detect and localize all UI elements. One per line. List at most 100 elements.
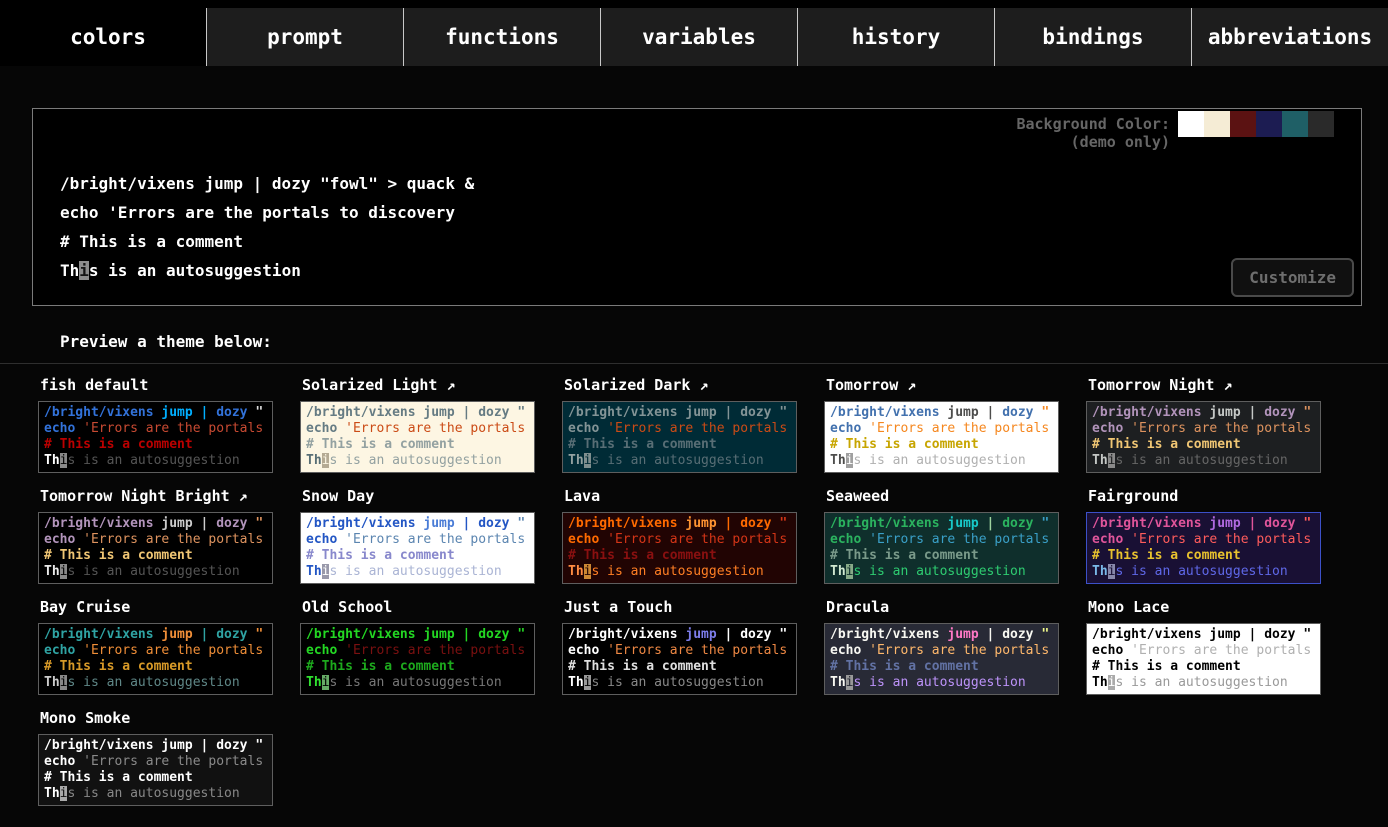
theme-title[interactable]: Dracula	[826, 598, 1086, 616]
tab-variables[interactable]: variables	[601, 8, 798, 66]
preview-line-command: /bright/vixens jump | dozy "	[44, 405, 267, 421]
theme-title[interactable]: Seaweed	[826, 487, 1086, 505]
theme-card: Lava/bright/vixens jump | dozy "echo 'Er…	[562, 485, 824, 584]
customize-button[interactable]: Customize	[1231, 258, 1354, 297]
code-segment: s is an autosuggestion	[67, 453, 239, 468]
tab-prompt[interactable]: prompt	[207, 8, 404, 66]
preview-line-command: /bright/vixens jump | dozy "	[44, 516, 267, 532]
theme-preview[interactable]: /bright/vixens jump | dozy "echo 'Errors…	[562, 401, 797, 473]
preview-line-comment: # This is a comment	[306, 548, 529, 564]
code-segment: Th	[568, 675, 584, 690]
theme-title[interactable]: Just a Touch	[564, 598, 824, 616]
background-swatch-charcoal[interactable]	[1308, 111, 1334, 137]
code-segment: "	[1303, 627, 1311, 642]
preview-line-comment: # This is a comment	[830, 437, 1053, 453]
theme-title[interactable]: Tomorrow Night ↗	[1088, 376, 1348, 394]
preview-line-command: /bright/vixens jump | dozy "	[568, 516, 791, 532]
theme-title[interactable]: Tomorrow ↗	[826, 376, 1086, 394]
theme-title[interactable]: Mono Smoke	[40, 709, 300, 727]
theme-preview[interactable]: /bright/vixens jump | dozy "echo 'Errors…	[38, 623, 273, 695]
code-segment: jump	[423, 516, 462, 531]
tab-functions[interactable]: functions	[404, 8, 601, 66]
theme-grid: fish default/bright/vixens jump | dozy "…	[0, 364, 1388, 826]
theme-title[interactable]: Solarized Dark ↗	[564, 376, 824, 394]
background-swatch-cream[interactable]	[1204, 111, 1230, 137]
code-segment: dozy	[1002, 405, 1041, 420]
theme-preview[interactable]: /bright/vixens jump | dozy "echo 'Errors…	[38, 734, 273, 806]
preview-line-command: /bright/vixens jump | dozy "	[306, 627, 529, 643]
code-segment: dozy	[1264, 405, 1303, 420]
theme-title[interactable]: Snow Day	[302, 487, 562, 505]
tab-colors[interactable]: colors	[10, 8, 207, 66]
code-segment: /bright/vixens	[568, 516, 685, 531]
background-swatch-dark-red[interactable]	[1230, 111, 1256, 137]
theme-preview[interactable]: /bright/vixens jump | dozy "echo 'Errors…	[1086, 401, 1321, 473]
background-swatch-navy[interactable]	[1256, 111, 1282, 137]
code-segment: jump	[947, 627, 986, 642]
preview-line-comment: # This is a comment	[1092, 548, 1315, 564]
code-segment: # This is a comment	[830, 437, 979, 452]
theme-preview[interactable]: /bright/vixens jump | dozy "echo 'Errors…	[562, 623, 797, 695]
theme-preview[interactable]: /bright/vixens jump | dozy "echo 'Errors…	[562, 512, 797, 584]
theme-title[interactable]: fish default	[40, 376, 300, 394]
code-segment: Th	[44, 564, 60, 579]
preview-line-comment: # This is a comment	[568, 548, 791, 564]
code-segment: /bright/vixens	[1092, 516, 1209, 531]
code-segment: Th	[1092, 453, 1108, 468]
theme-card: fish default/bright/vixens jump | dozy "…	[38, 374, 300, 473]
tab-bar: colorspromptfunctionsvariableshistorybin…	[0, 0, 1388, 66]
theme-preview[interactable]: /bright/vixens jump | dozy "echo 'Errors…	[824, 401, 1059, 473]
theme-preview[interactable]: /bright/vixens jump | dozy "echo 'Errors…	[300, 512, 535, 584]
theme-title[interactable]: Old School	[302, 598, 562, 616]
theme-preview[interactable]: /bright/vixens jump | dozy "echo 'Errors…	[1086, 512, 1321, 584]
code-segment: |	[201, 738, 217, 753]
theme-title[interactable]: Fairground	[1088, 487, 1348, 505]
background-swatch-teal[interactable]	[1282, 111, 1308, 137]
tab-history[interactable]: history	[798, 8, 995, 66]
theme-preview[interactable]: /bright/vixens jump | dozy "echo 'Errors…	[38, 401, 273, 473]
background-swatch-black[interactable]	[1334, 111, 1360, 137]
theme-card: Bay Cruise/bright/vixens jump | dozy "ec…	[38, 596, 300, 695]
tab-bindings[interactable]: bindings	[995, 8, 1192, 66]
code-segment: 'Errors are the portals to discovery	[869, 532, 1053, 547]
code-segment: |	[463, 405, 479, 420]
code-segment: echo	[830, 643, 869, 658]
preview-line-command: /bright/vixens jump | dozy "	[1092, 627, 1315, 643]
theme-preview[interactable]: /bright/vixens jump | dozy "echo 'Errors…	[300, 401, 535, 473]
code-segment: |	[463, 627, 479, 642]
theme-preview[interactable]: /bright/vixens jump | dozy "echo 'Errors…	[1086, 623, 1321, 695]
code-segment: jump	[685, 516, 724, 531]
code-segment: 'Errors are the portals to discovery	[607, 532, 791, 547]
sample-line-comment: # This is a comment	[60, 227, 1361, 256]
code-segment: # This is a comment	[306, 437, 455, 452]
code-segment: "	[1041, 405, 1049, 420]
preview-line-string: echo 'Errors are the portals to discover…	[1092, 421, 1315, 437]
code-segment: Th	[830, 453, 846, 468]
code-segment: Th	[306, 453, 322, 468]
code-segment: echo	[1092, 421, 1131, 436]
code-segment: s is an autosuggestion	[329, 453, 501, 468]
code-segment: |	[987, 516, 1003, 531]
code-segment: # This is a comment	[1092, 548, 1241, 563]
theme-preview[interactable]: /bright/vixens jump | dozy "echo 'Errors…	[824, 512, 1059, 584]
code-segment: dozy	[478, 516, 517, 531]
theme-preview[interactable]: /bright/vixens jump | dozy "echo 'Errors…	[300, 623, 535, 695]
code-segment: "	[517, 516, 525, 531]
theme-title[interactable]: Solarized Light ↗	[302, 376, 562, 394]
theme-preview[interactable]: /bright/vixens jump | dozy "echo 'Errors…	[38, 512, 273, 584]
typed-text: Th	[60, 261, 79, 280]
terminal-preview: Background Color: (demo only) /bright/vi…	[32, 108, 1362, 306]
code-segment: dozy	[478, 627, 517, 642]
code-segment: "	[255, 627, 263, 642]
theme-title[interactable]: Bay Cruise	[40, 598, 300, 616]
code-segment: 'Errors are the portals to discovery	[1131, 532, 1315, 547]
code-segment: dozy	[478, 405, 517, 420]
tab-abbreviations[interactable]: abbreviations	[1192, 8, 1388, 66]
theme-title[interactable]: Lava	[564, 487, 824, 505]
preview-line-string: echo 'Errors are the portals to discover…	[568, 643, 791, 659]
sample-line-autosuggestion: This is an autosuggestion	[60, 256, 1361, 285]
theme-title[interactable]: Tomorrow Night Bright ↗	[40, 487, 300, 505]
background-swatch-white[interactable]	[1178, 111, 1204, 137]
theme-preview[interactable]: /bright/vixens jump | dozy "echo 'Errors…	[824, 623, 1059, 695]
theme-title[interactable]: Mono Lace	[1088, 598, 1348, 616]
